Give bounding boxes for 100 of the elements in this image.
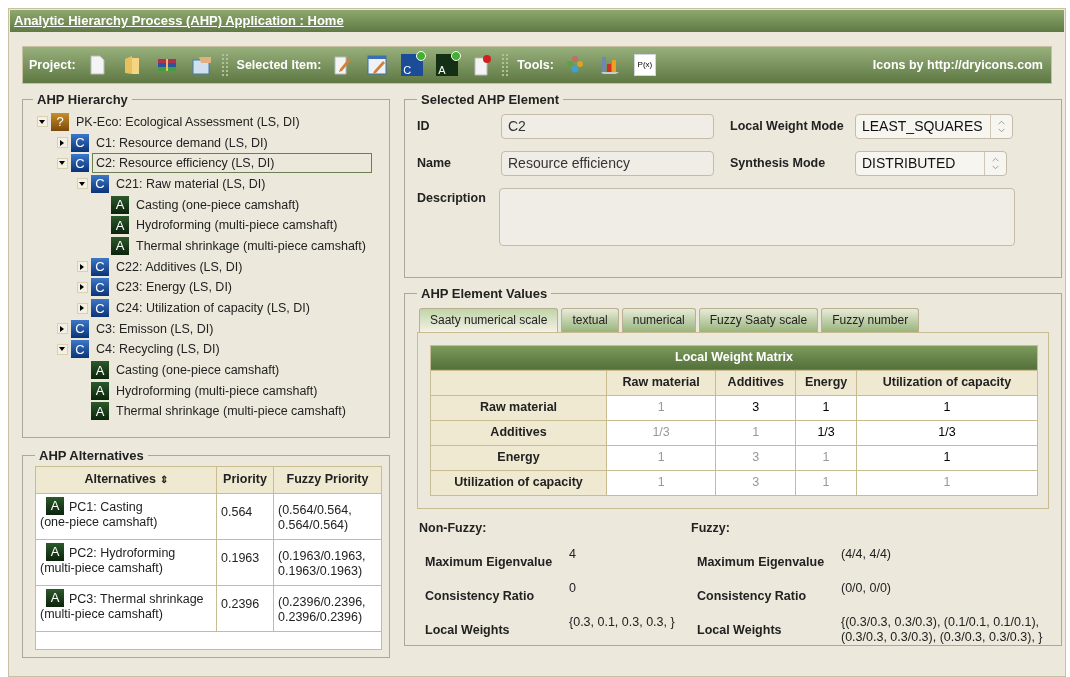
tree-item[interactable]: C24: Utilization of capacity (LS, DI) [112, 298, 314, 319]
tree-item[interactable]: PK-Eco: Ecological Assessment (LS, DI) [72, 111, 304, 132]
collapse-toggle[interactable] [76, 178, 88, 190]
stat-label: Maximum Eigenvalue [697, 554, 826, 572]
caret-right-icon [59, 139, 65, 146]
alternative-name: PC1: Casting [69, 499, 143, 515]
matrix-cell: 1 [715, 420, 796, 445]
table-cell: 0.2396 [216, 585, 274, 631]
edit-icon[interactable] [331, 54, 354, 76]
add-alternative-icon[interactable]: A [436, 54, 459, 76]
table-cell: 0.564 [216, 493, 274, 539]
stat-label: Consistency Ratio [425, 588, 536, 606]
alternative-icon: A [111, 195, 129, 214]
field-label: Local Weight Mode [730, 117, 845, 135]
tree-item[interactable]: C21: Raw material (LS, DI) [112, 173, 270, 194]
column-header[interactable]: Fuzzy Priority [273, 466, 382, 493]
criterion-icon: C [71, 319, 89, 338]
synthesis-mode-select[interactable]: DISTRIBUTED [855, 150, 1007, 176]
tree-item[interactable]: Hydroforming (multi-piece camshaft) [112, 380, 322, 401]
field-label: Synthesis Mode [730, 154, 827, 172]
table-cell: (0.564/0.564, 0.564/0.564) [273, 493, 382, 539]
row-header: Energy [430, 445, 607, 470]
tree-item[interactable]: Hydroforming (multi-piece camshaft) [132, 215, 342, 236]
matrix-cell[interactable]: 1 [856, 445, 1038, 470]
matrix-cell[interactable]: 3 [715, 395, 796, 420]
tab[interactable]: Saaty numerical scale [419, 307, 559, 332]
tree-item[interactable]: C3: Emisson (LS, DI) [92, 318, 218, 339]
row-header: Raw material [430, 395, 607, 420]
caret-right-icon [59, 325, 65, 332]
stat-value: {(0.3/0.3, 0.3/0.3), (0.1/0.1, 0.1/0.1), (0.3/0.3, 0.3/0.3), (0.3/0.3, 0.3/0.3), } [841, 615, 1044, 646]
tree-item[interactable]: C23: Energy (LS, DI) [112, 277, 236, 298]
tab[interactable]: textual [561, 307, 619, 332]
matrix-cell[interactable]: 1 [856, 395, 1038, 420]
stat-value: (0/0, 0/0) [841, 581, 892, 597]
clipboard-icon[interactable] [190, 54, 213, 76]
criterion-icon: C [91, 257, 109, 276]
toolbar-label: Project: [29, 56, 76, 74]
expand-toggle[interactable] [76, 302, 88, 314]
add-criterion-icon[interactable]: C [401, 54, 424, 76]
alternative-detail: (one-piece camshaft) [40, 514, 158, 529]
delete-icon[interactable] [471, 54, 494, 76]
matrix-title: Local Weight Matrix [430, 345, 1038, 370]
panel-title: AHP Element Values [420, 285, 549, 303]
alternative-icon: A [46, 588, 64, 607]
collapse-toggle[interactable] [56, 157, 68, 169]
tree-item[interactable]: Thermal shrinkage (multi-piece camshaft) [132, 235, 370, 256]
table-cell: (0.1963/0.1963, 0.1963/0.1963) [273, 539, 382, 585]
tree-item[interactable]: Thermal shrinkage (multi-piece camshaft) [112, 401, 350, 422]
stat-label: Maximum Eigenvalue [425, 554, 554, 572]
matrix-cell: 3 [715, 470, 796, 495]
expand-toggle[interactable] [56, 323, 68, 335]
field-label: Name [417, 154, 453, 172]
field-label: ID [417, 117, 431, 135]
formula-icon[interactable]: P(x) [633, 54, 656, 76]
toolbar-label: Selected Item: [236, 56, 322, 74]
column-header: Additives [715, 370, 796, 395]
expand-toggle[interactable] [76, 261, 88, 273]
collapse-toggle[interactable] [56, 343, 68, 355]
goal-icon: ? [51, 112, 69, 131]
table-cell: (0.2396/0.2396, 0.2396/0.2396) [273, 585, 382, 631]
column-header[interactable]: Priority [216, 466, 274, 493]
column-header[interactable]: Alternatives ⇕ [35, 466, 217, 493]
caret-down-icon [59, 160, 65, 167]
tree-item[interactable]: Casting (one-piece camshaft) [112, 360, 284, 381]
panel-title: AHP Hierarchy [36, 91, 129, 109]
tree-item[interactable]: C22: Additives (LS, DI) [112, 256, 247, 277]
expand-toggle[interactable] [76, 281, 88, 293]
tab[interactable]: Fuzzy number [821, 307, 920, 332]
tree-item[interactable]: Casting (one-piece camshaft) [132, 194, 304, 215]
tree-item[interactable]: C4: Recycling (LS, DI) [92, 339, 224, 360]
description-field[interactable] [499, 187, 1015, 246]
collapse-toggle[interactable] [36, 116, 48, 128]
id-field[interactable]: C2 [501, 113, 714, 139]
window-title[interactable]: Analytic Hierarchy Process (AHP) Application : Home [14, 11, 344, 31]
matrix-cell: 1 [606, 470, 716, 495]
criterion-icon: C [71, 133, 89, 152]
matrix-cell[interactable]: 1/3 [856, 420, 1038, 445]
matrix-cell: 1 [606, 445, 716, 470]
stat-value: 0 [569, 581, 576, 597]
criterion-icon: C [91, 174, 109, 193]
caret-right-icon [79, 305, 85, 312]
edit-window-icon[interactable] [366, 54, 389, 76]
local-weight-mode-select[interactable]: LEAST_SQUARES [855, 113, 1013, 139]
alternative-icon: A [46, 542, 64, 561]
credit-text: Icons by http://dryicons.com [872, 56, 1043, 74]
criterion-icon: C [71, 340, 89, 359]
toolbar-separator [502, 54, 509, 76]
alternative-icon: A [91, 381, 109, 400]
matrix-cell: 1/3 [606, 420, 716, 445]
name-field[interactable]: Resource efficiency [501, 150, 714, 176]
stat-label: Consistency Ratio [697, 588, 808, 606]
caret-down-icon [79, 180, 85, 187]
expand-toggle[interactable] [56, 137, 68, 149]
tree-item[interactable]: C2: Resource efficiency (LS, DI) [92, 153, 372, 174]
tab[interactable]: numerical [621, 307, 696, 332]
tree-item[interactable]: C1: Resource demand (LS, DI) [92, 132, 272, 153]
column-header: Utilization of capacity [856, 370, 1038, 395]
tab[interactable]: Fuzzy Saaty scale [698, 307, 819, 332]
alternative-icon: A [91, 402, 109, 421]
panel-title: AHP Alternatives [38, 447, 145, 465]
